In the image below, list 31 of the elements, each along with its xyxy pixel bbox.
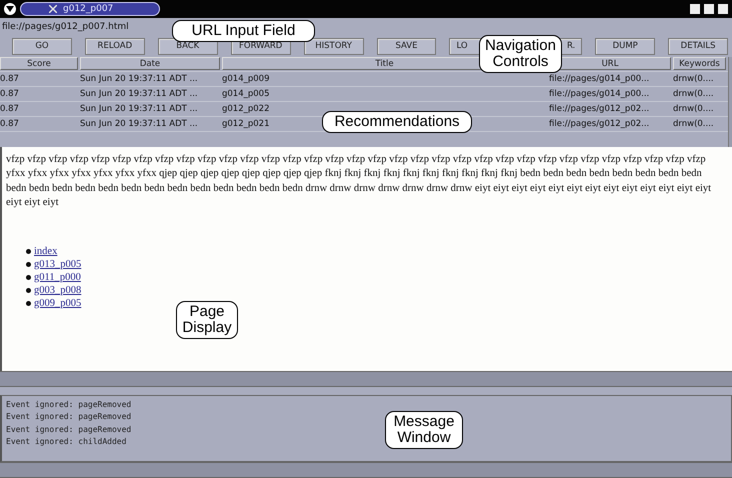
message-line: Event ignored: childAdded <box>6 436 126 448</box>
table-cell: g012_p022 <box>222 104 270 114</box>
annotation-tooltip: Navigation Controls <box>479 35 562 73</box>
page-text: vfzp vfzp vfzp vfzp vfzp vfzp vfzp vfzp vfzp vfzp vfzp vfzp vfzp vfzp vfzp vfzp vfzp vfzp vfzp vfzp vfzp vfzp vfzp vfzp vfzp vfzp vfzp vfzp vfzp vfzp vfzp vfzp vfzp yfxx yfxx yfxx yfxx yfxx yfxx yfxx qjep qjep qjep qjep qjep qjep qjep qjep fknj fknj fknj fknj fknj fknj fknj fknj fknj fknj bedn bedn bedn bedn bedn bedn bedn bedn bedn bedn bedn bedn bedn bedn bedn bedn bedn bedn bedn bedn bedn drnw drnw drnw drnw drnw drnw drnw eiyt eiyt eiyt eiyt eiyt eiyt eiyt eiyt eiyt eiyt eiyt eiyt eiyt eiyt eiyt eiyt <box>6 152 712 210</box>
table-cell: file://pages/g012_p02... <box>549 118 650 129</box>
table-cell: Sun Jun 20 19:37:11 ADT ... <box>80 118 198 129</box>
message-line: Event ignored: pageRemoved <box>6 424 132 436</box>
table-cell: g014_p005 <box>222 88 270 99</box>
annotation-tooltip: Recommendations <box>322 111 472 133</box>
table-cell: Sun Jun 20 19:37:11 ADT ... <box>80 104 198 114</box>
annotation-tooltip: Message Window <box>385 411 463 449</box>
table-cell: drnw(0.... <box>673 88 714 99</box>
window-title: g012_p007 <box>20 2 160 16</box>
table-cell: drnw(0.... <box>673 74 714 84</box>
table-cell: file://pages/g014_p00... <box>549 74 650 84</box>
table-cell: 0.87 <box>0 118 19 129</box>
table-cell: drnw(0.... <box>673 118 714 129</box>
annotation-tooltip: URL Input Field <box>172 20 315 42</box>
message-line: Event ignored: pageRemoved <box>6 398 132 411</box>
table-cell: 0.87 <box>0 104 19 114</box>
table-cell: 0.87 <box>0 88 19 99</box>
table-cell: file://pages/g012_p02... <box>549 104 650 114</box>
table-cell: Sun Jun 20 19:37:11 ADT ... <box>80 74 198 84</box>
annotation-tooltip: Page Display <box>176 301 238 339</box>
message-line: Event ignored: pageRemoved <box>6 411 132 424</box>
table-cell: drnw(0.... <box>673 104 714 114</box>
table-cell: file://pages/g014_p00... <box>549 88 650 99</box>
table-cell: g012_p021 <box>222 118 270 129</box>
table-cell: 0.87 <box>0 74 19 84</box>
table-cell: g014_p009 <box>222 74 270 84</box>
table-cell: Sun Jun 20 19:37:11 ADT ... <box>80 88 198 99</box>
